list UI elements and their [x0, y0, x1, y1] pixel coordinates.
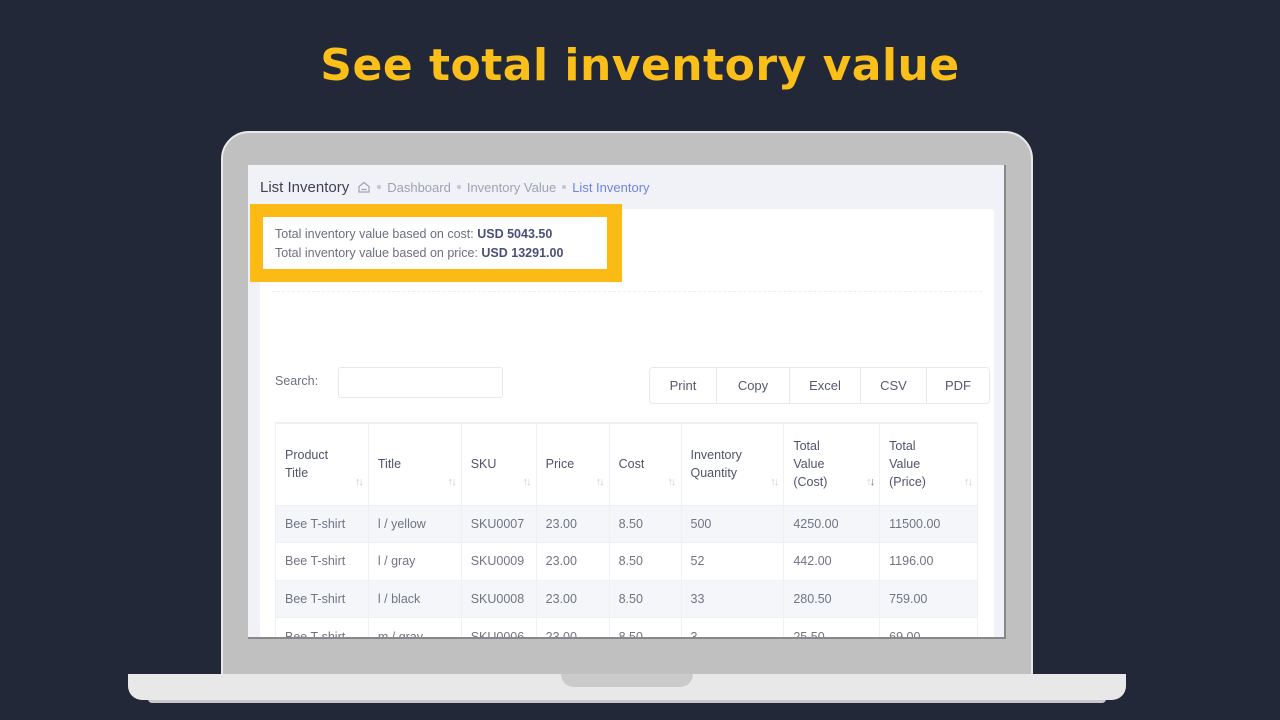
column-header-label: (Cost)	[793, 475, 828, 490]
sort-icon[interactable]: ↑↓	[355, 473, 364, 491]
cost-summary-line: Total inventory value based on cost: USD…	[275, 225, 595, 244]
laptop-notch	[561, 674, 693, 687]
cell-price: 23.00	[535, 542, 610, 581]
search-label: Search:	[275, 374, 319, 388]
breadcrumb-separator	[377, 185, 382, 189]
breadcrumb: List Inventory Dashboard Inventory Value…	[260, 177, 650, 197]
column-header-sku[interactable]: SKU ↑↓	[460, 422, 537, 506]
export-buttons: Print Copy Excel CSV PDF	[649, 367, 990, 404]
column-header-product-title[interactable]: Product Title ↑↓	[275, 422, 369, 506]
sort-icon[interactable]: ↑↓	[770, 473, 779, 491]
breadcrumb-list-inventory: List Inventory	[572, 179, 650, 195]
divider	[272, 291, 982, 292]
cell-price: 23.00	[535, 504, 610, 544]
column-header-label: (Price)	[889, 475, 926, 490]
cell-product-title: Bee T-shirt	[275, 579, 369, 619]
price-summary-line: Total inventory value based on price: US…	[275, 244, 595, 263]
excel-button[interactable]: Excel	[790, 368, 861, 403]
column-header-label: Cost	[618, 457, 645, 472]
column-header-label: Total	[889, 439, 916, 454]
csv-button[interactable]: CSV	[861, 368, 927, 403]
cell-total-value-cost: 442.00	[783, 542, 881, 581]
column-header-title[interactable]: Title ↑↓	[367, 422, 462, 506]
cost-summary-value: USD 5043.50	[477, 227, 553, 241]
search-input[interactable]	[338, 367, 503, 398]
column-header-label: Price	[545, 457, 575, 472]
cell-total-value-cost: 25.50	[783, 617, 881, 637]
page-title: List Inventory	[260, 178, 350, 196]
column-header-label: Quantity	[690, 466, 738, 481]
column-header-price[interactable]: Price ↑↓	[535, 422, 610, 506]
cell-product-title: Bee T-shirt	[275, 542, 369, 581]
sort-icon[interactable]: ↑↓	[964, 473, 973, 491]
sort-icon[interactable]: ↑↓	[523, 473, 532, 491]
column-header-label: SKU	[470, 457, 497, 472]
column-header-label: Value	[889, 457, 921, 472]
cell-cost: 8.50	[608, 542, 682, 581]
cell-price: 23.00	[535, 617, 610, 637]
column-header-total-value-price[interactable]: Total Value (Price) ↑↓	[879, 422, 978, 506]
cell-total-value-cost: 4250.00	[783, 504, 881, 544]
sort-icon[interactable]: ↑↓	[866, 473, 875, 491]
cell-price: 23.00	[535, 579, 610, 619]
app-screen: List Inventory Dashboard Inventory Value…	[248, 165, 1006, 639]
copy-button[interactable]: Copy	[717, 368, 790, 403]
column-header-cost[interactable]: Cost ↑↓	[608, 422, 682, 506]
cell-total-value-price: 11500.00	[879, 504, 978, 544]
cell-total-value-cost: 280.50	[783, 579, 881, 619]
column-header-label: Product	[285, 448, 329, 463]
sort-icon[interactable]: ↑↓	[448, 473, 457, 491]
cost-summary-label: Total inventory value based on cost:	[275, 227, 474, 241]
cell-sku: SKU0006	[460, 617, 537, 637]
column-header-label: Title	[285, 466, 309, 481]
price-summary-value: USD 13291.00	[481, 246, 564, 260]
sort-icon[interactable]: ↑↓	[668, 473, 677, 491]
cell-sku: SKU0009	[460, 542, 537, 581]
column-header-label: Value	[793, 457, 825, 472]
cell-sku: SKU0007	[460, 504, 537, 544]
table-row: Bee T-shirt m / gray SKU0006 23.00 8.50 3 25.5…	[275, 617, 978, 637]
pdf-button[interactable]: PDF	[927, 368, 989, 403]
column-header-label: Inventory	[690, 448, 742, 463]
cell-total-value-price: 1196.00	[879, 542, 978, 581]
cell-inventory-quantity: 500	[680, 504, 785, 544]
print-button[interactable]: Print	[650, 368, 717, 403]
inventory-table: Product Title ↑↓ Title ↑↓ SKU ↑↓ Price ↑↓ Cost ↑↓ I…	[275, 422, 978, 637]
cell-title: l / black	[367, 579, 462, 619]
breadcrumb-dashboard[interactable]: Dashboard	[387, 180, 451, 195]
cell-title: l / gray	[367, 542, 462, 581]
price-summary-label: Total inventory value based on price:	[275, 246, 478, 260]
column-header-label: Title	[377, 457, 402, 472]
column-header-inventory-quantity[interactable]: Inventory Quantity ↑↓	[680, 422, 785, 506]
headline: See total inventory value	[320, 40, 960, 91]
table-row: Bee T-shirt l / black SKU0008 23.00 8.50 33 28…	[275, 579, 978, 619]
table-row: Bee T-shirt l / yellow SKU0007 23.00 8.50 500…	[275, 504, 978, 544]
cell-total-value-price: 759.00	[879, 579, 978, 619]
home-icon[interactable]	[357, 180, 371, 194]
cell-title: m / gray	[367, 617, 462, 637]
table-header-row: Product Title ↑↓ Title ↑↓ SKU ↑↓ Price ↑↓ Cost ↑↓ I…	[275, 422, 978, 506]
breadcrumb-inventory-value[interactable]: Inventory Value	[467, 180, 556, 195]
sort-icon[interactable]: ↑↓	[596, 473, 605, 491]
cell-inventory-quantity: 52	[680, 542, 785, 581]
table-row: Bee T-shirt l / gray SKU0009 23.00 8.50 52 442…	[275, 542, 978, 581]
cell-inventory-quantity: 3	[680, 617, 785, 637]
cell-cost: 8.50	[608, 504, 682, 544]
cell-sku: SKU0008	[460, 579, 537, 619]
cell-total-value-price: 69.00	[879, 617, 978, 637]
breadcrumb-separator	[562, 185, 567, 189]
breadcrumb-separator	[456, 185, 461, 189]
column-header-total-value-cost[interactable]: Total Value (Cost) ↑↓	[783, 422, 881, 506]
cell-cost: 8.50	[608, 579, 682, 619]
cell-title: l / yellow	[367, 504, 462, 544]
inventory-summary: Total inventory value based on cost: USD…	[263, 217, 607, 269]
cell-cost: 8.50	[608, 617, 682, 637]
cell-product-title: Bee T-shirt	[275, 504, 369, 544]
cell-inventory-quantity: 33	[680, 579, 785, 619]
cell-product-title: Bee T-shirt	[275, 617, 369, 637]
column-header-label: Total	[793, 439, 820, 454]
